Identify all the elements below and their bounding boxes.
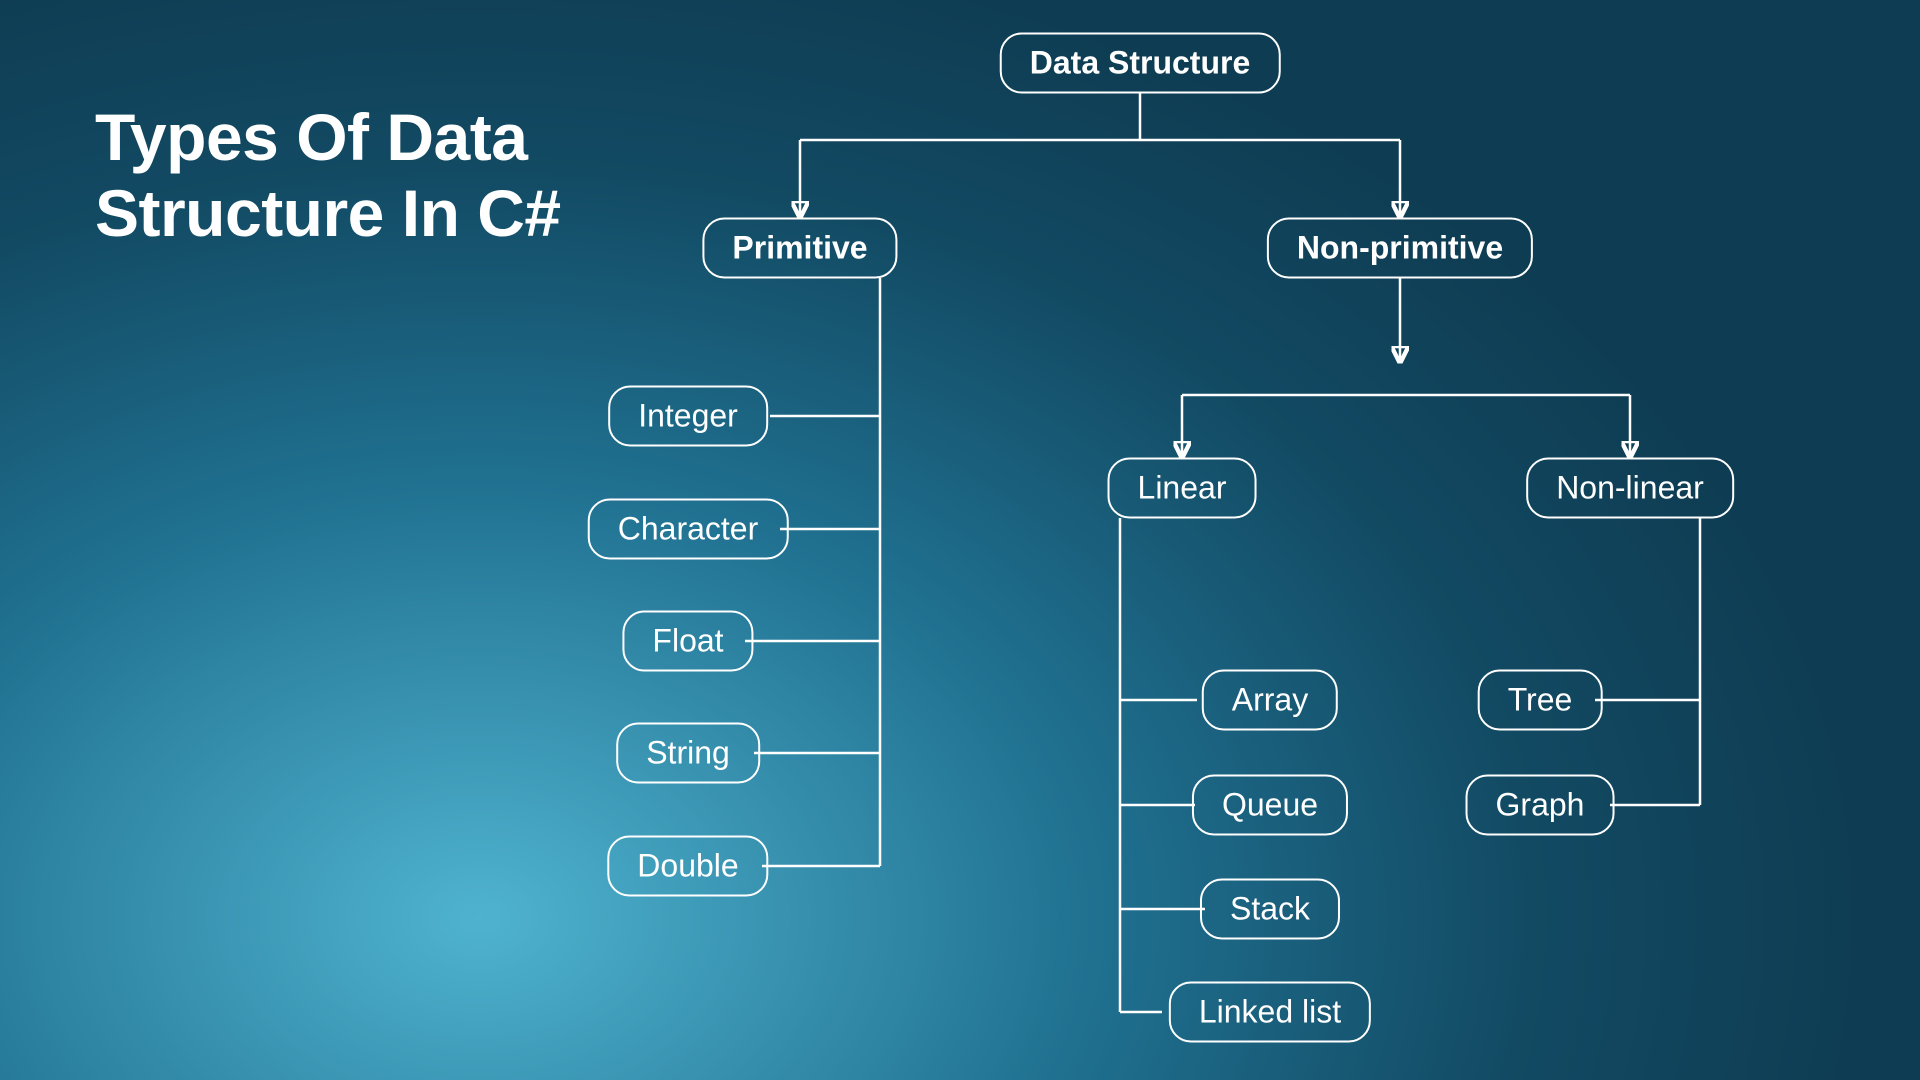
node-array: Array <box>1202 670 1338 731</box>
node-queue: Queue <box>1192 775 1348 836</box>
node-double: Double <box>607 836 768 897</box>
node-float: Float <box>622 611 753 672</box>
node-root: Data Structure <box>1000 33 1281 94</box>
node-integer: Integer <box>608 386 768 447</box>
node-linked-list: Linked list <box>1169 982 1371 1043</box>
node-stack: Stack <box>1200 879 1340 940</box>
node-string: String <box>616 723 760 784</box>
node-primitive: Primitive <box>702 218 897 279</box>
node-character: Character <box>588 499 789 560</box>
node-non-primitive: Non-primitive <box>1267 218 1533 279</box>
node-graph: Graph <box>1466 775 1615 836</box>
node-linear: Linear <box>1108 458 1257 519</box>
node-non-linear: Non-linear <box>1526 458 1734 519</box>
node-tree: Tree <box>1478 670 1603 731</box>
page-title: Types Of Data Structure In C# <box>95 100 561 252</box>
diagram-stage: Types Of Data Structure In C# <box>0 0 1920 1080</box>
